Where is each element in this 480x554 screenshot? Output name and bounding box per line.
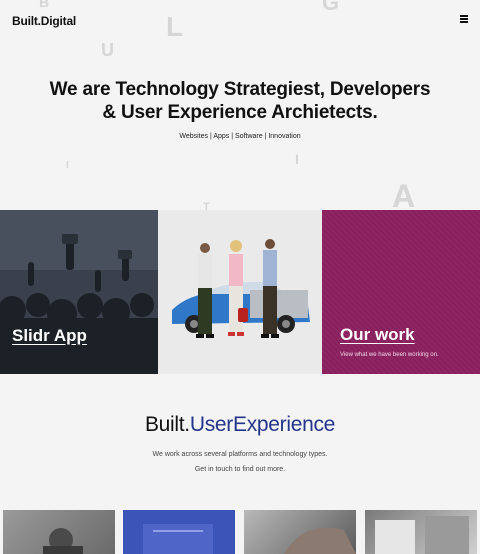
feature-panels: Slidr App Our work View what we have bee… <box>0 210 480 374</box>
our-work-subtitle: View what we have been working on. <box>340 352 439 358</box>
hands-photo <box>284 527 356 554</box>
slidr-app-link[interactable]: Slidr App <box>12 326 87 346</box>
project-thumb-1[interactable] <box>3 510 115 554</box>
heading-part-ux: UserExperience <box>189 413 336 436</box>
crowd-photo <box>0 210 158 374</box>
bg-letter-g: G <box>322 0 340 15</box>
hero-tags: Websites | Apps | Software | Innovation <box>179 133 301 140</box>
laptop-photo <box>143 524 213 554</box>
team-photo-panel <box>158 210 322 374</box>
bg-letter-i-small: I <box>66 160 69 171</box>
our-work-panel[interactable]: Our work View what we have been working … <box>322 210 480 374</box>
slidr-app-panel[interactable]: Slidr App <box>0 210 158 374</box>
person-photo <box>43 528 83 554</box>
bg-letter-b: B <box>39 0 50 10</box>
our-work-link[interactable]: Our work <box>340 325 415 345</box>
bg-letter-i: I <box>295 151 299 167</box>
section-text-line2: Get in touch to find out more. <box>194 466 286 473</box>
project-thumb-3[interactable] <box>244 510 356 554</box>
hero-headline-line1: We are Technology Strategiest, Developer… <box>49 79 431 100</box>
section-text-line1: We work across several platforms and tec… <box>152 451 328 458</box>
hero-headline: We are Technology Strategiest, Developer… <box>0 78 480 124</box>
hero-headline-line2: & User Experience Archietects. <box>102 102 378 123</box>
heading-part-built: Built. <box>144 413 190 436</box>
bg-letter-u: U <box>101 40 114 60</box>
hamburger-menu-icon[interactable] <box>460 15 468 23</box>
site-logo[interactable]: Built.Digital <box>12 14 76 28</box>
team-with-car-photo <box>158 210 322 374</box>
desk-photo <box>375 516 469 554</box>
project-thumb-2[interactable] <box>123 510 235 554</box>
bg-letter-l: L <box>166 11 184 42</box>
site-header: Built.Digital <box>0 0 480 44</box>
project-thumb-4[interactable] <box>365 510 477 554</box>
project-thumbnails <box>3 510 477 554</box>
user-experience-heading: Built.UserExperience <box>0 413 480 437</box>
